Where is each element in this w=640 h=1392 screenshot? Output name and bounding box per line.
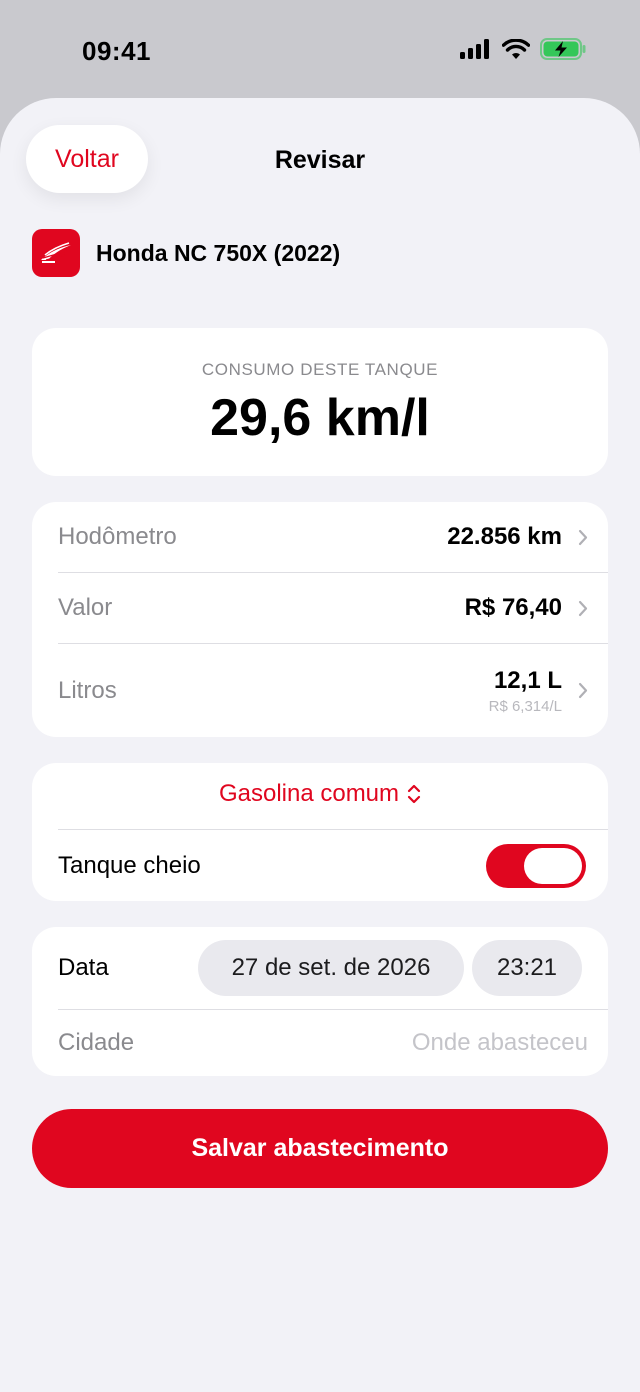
status-time: 09:41	[82, 36, 151, 66]
battery-charging-icon	[540, 38, 586, 60]
liters-value: 12,1 L	[493, 666, 562, 694]
odometer-value: 22.856 km	[447, 523, 562, 550]
value-label: Valor	[58, 594, 113, 621]
date-picker-button[interactable]: 27 de set. de 2026	[198, 940, 464, 996]
metrics-card: Hodômetro 22.856 km Valor R$ 76,40 Litro…	[32, 502, 608, 737]
odometer-label: Hodômetro	[58, 523, 177, 550]
value-value-group: R$ 76,40	[465, 594, 588, 622]
date-value: 27 de set. de 2026	[231, 954, 431, 981]
save-button[interactable]: Salvar abastecimento	[32, 1109, 608, 1188]
city-label: Cidade	[58, 1029, 135, 1056]
liters-value-group: 12,1 L R$ 6,314/L	[489, 667, 588, 715]
date-label: Data	[58, 954, 109, 981]
chevron-right-icon	[578, 600, 588, 616]
value-row[interactable]: Valor R$ 76,40	[58, 573, 608, 643]
consumption-value: 29,6 km/l	[210, 389, 430, 447]
page-title: Revisar	[274, 146, 366, 174]
vehicle-name: Honda NC 750X (2022)	[96, 239, 341, 266]
liters-label: Litros	[58, 676, 117, 704]
chevron-right-icon	[578, 682, 588, 699]
status-icons	[460, 38, 586, 60]
status-bar: 09:41	[0, 0, 640, 100]
tank-full-toggle[interactable]	[486, 844, 586, 888]
consumption-label: CONSUMO DESTE TANQUE	[201, 360, 439, 379]
time-picker-button[interactable]: 23:21	[472, 940, 582, 996]
liters-row[interactable]: Litros 12,1 L R$ 6,314/L	[58, 644, 608, 737]
toggle-knob	[524, 848, 582, 884]
odometer-row[interactable]: Hodômetro 22.856 km	[58, 502, 608, 572]
fuel-card: Gasolina comum Tanque cheio	[32, 763, 608, 901]
fuel-type-picker[interactable]: Gasolina comum	[32, 780, 608, 808]
city-row[interactable]: Cidade Onde abasteceu	[58, 1010, 608, 1076]
chevron-right-icon	[578, 529, 588, 545]
tank-full-label: Tanque cheio	[58, 851, 201, 879]
review-sheet: Voltar Revisar Honda NC 750X (2022) CONS…	[0, 98, 640, 1392]
price-value: R$ 76,40	[464, 594, 562, 621]
fuel-type-value: Gasolina comum	[218, 780, 400, 807]
consumption-card: CONSUMO DESTE TANQUE 29,6 km/l	[32, 328, 608, 476]
date-city-card: Data 27 de set. de 2026 23:21 Cidade Ond…	[32, 927, 608, 1076]
wifi-icon	[502, 39, 530, 59]
honda-wing-logo-icon	[32, 229, 80, 277]
price-per-liter: R$ 6,314/L	[488, 697, 562, 715]
chevron-up-down-icon	[407, 784, 421, 804]
city-input[interactable]: Onde abasteceu	[412, 1029, 588, 1057]
time-value: 23:21	[496, 954, 558, 981]
save-button-label: Salvar abastecimento	[191, 1134, 449, 1162]
vehicle-header: Honda NC 750X (2022)	[32, 229, 340, 277]
odometer-value-group: 22.856 km	[447, 523, 588, 551]
cellular-signal-icon	[460, 39, 489, 59]
